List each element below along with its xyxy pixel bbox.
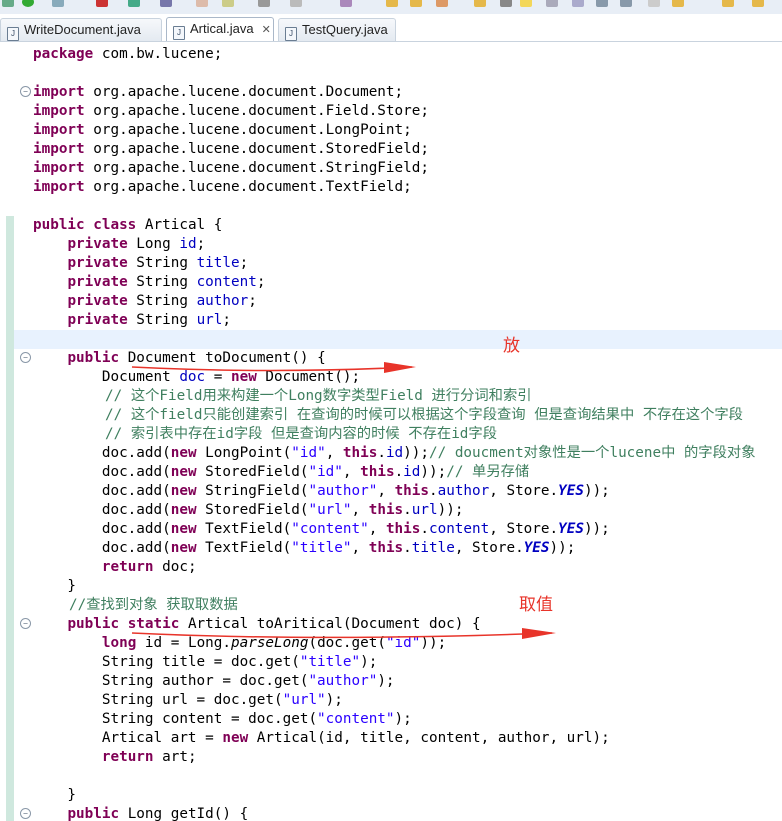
toolbar-icon[interactable] <box>128 0 140 7</box>
toolbar-icon[interactable] <box>340 0 352 7</box>
toolbar-icon[interactable] <box>2 0 14 7</box>
tab-test-query[interactable]: J TestQuery.java <box>278 18 396 41</box>
tab-label: WriteDocument.java <box>24 22 141 37</box>
close-icon[interactable]: ✕ <box>262 24 271 36</box>
toolbar-icon[interactable] <box>648 0 660 7</box>
back-icon[interactable] <box>722 0 734 7</box>
tab-write-document[interactable]: J WriteDocument.java <box>0 18 162 41</box>
annotation-marks <box>131 362 556 639</box>
tab-label: Artical.java <box>190 21 254 36</box>
java-file-icon: J <box>285 27 297 41</box>
highlight-icon[interactable] <box>520 0 532 7</box>
toolbar-icon[interactable] <box>546 0 558 7</box>
toolbar-icon[interactable] <box>620 0 632 7</box>
tab-artical[interactable]: J Artical.java ✕ <box>166 17 274 41</box>
toolbar-icon[interactable] <box>436 0 448 7</box>
toolbar-icon[interactable] <box>500 0 512 7</box>
toolbar-icon[interactable] <box>290 0 302 7</box>
annotation-put: 放 <box>503 336 520 355</box>
tab-label: TestQuery.java <box>302 22 388 37</box>
folder-icon[interactable] <box>410 0 422 7</box>
toolbar-icon[interactable] <box>596 0 608 7</box>
java-file-icon: J <box>7 27 19 41</box>
toolbar-icon[interactable] <box>222 0 234 7</box>
annotation-get: 取值 <box>519 595 553 614</box>
folder-icon[interactable] <box>386 0 398 7</box>
java-file-icon: J <box>173 26 185 40</box>
annotation-arrow-get <box>131 632 553 639</box>
forward-icon[interactable] <box>752 0 764 7</box>
code-editor[interactable]: − − − − package com.bw.lucene; import or… <box>0 42 782 821</box>
toolbar-icon[interactable] <box>672 0 684 7</box>
toolbar-icon[interactable] <box>96 0 108 7</box>
debug-icon[interactable] <box>52 0 64 7</box>
run-icon[interactable] <box>22 0 34 7</box>
annotation-arrow-head-get <box>522 628 556 639</box>
toolbar-icon[interactable] <box>196 0 208 7</box>
folder-icon[interactable] <box>474 0 486 7</box>
toolbar-icon[interactable] <box>160 0 172 7</box>
toolbar-icon[interactable] <box>258 0 270 7</box>
toolbar-icon[interactable] <box>572 0 584 7</box>
editor-tab-bar: J WriteDocument.java J Artical.java ✕ J Test… <box>0 14 782 42</box>
annotation-arrow-head-put <box>384 362 416 373</box>
toolbar <box>0 0 782 14</box>
annotation-arrow-put <box>131 366 413 372</box>
